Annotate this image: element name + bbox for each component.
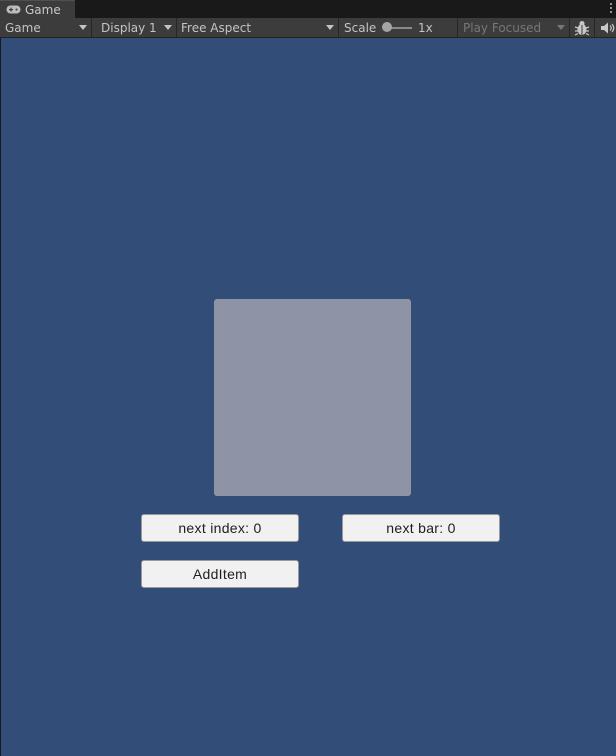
tab-game[interactable]: Game [0, 0, 75, 18]
scale-label: Scale [339, 18, 379, 37]
more-options-icon[interactable] [609, 1, 613, 15]
scale-slider-handle[interactable] [382, 22, 392, 32]
window-tab-strip: Game [0, 0, 616, 18]
audio-mute-icon[interactable] [600, 21, 616, 35]
chevron-down-icon [164, 25, 172, 30]
scale-value-text: 1x [418, 20, 433, 35]
chevron-down-icon [557, 25, 565, 30]
divider [569, 18, 570, 37]
divider [594, 18, 595, 37]
chevron-down-icon [79, 25, 87, 30]
scale-slider-track[interactable] [390, 27, 412, 29]
add-item-button[interactable]: AddItem [141, 560, 299, 588]
bug-icon[interactable] [573, 19, 591, 37]
scale-label-text: Scale [344, 20, 377, 35]
view-select-label: Game [5, 20, 41, 35]
display-select[interactable]: Display 1 [96, 18, 176, 37]
item-square [214, 299, 411, 496]
scale-value: 1x [413, 18, 453, 37]
divider [91, 18, 92, 37]
display-select-label: Display 1 [101, 20, 157, 35]
gamepad-icon [6, 5, 21, 14]
play-mode-select[interactable]: Play Focused [458, 18, 569, 37]
next-index-button[interactable]: next index: 0 [141, 514, 299, 542]
play-mode-label: Play Focused [463, 20, 542, 35]
tab-label: Game [25, 2, 61, 17]
aspect-select-label: Free Aspect [181, 20, 252, 35]
chevron-down-icon [326, 25, 334, 30]
view-select[interactable]: Game [0, 18, 91, 37]
aspect-select[interactable]: Free Aspect [176, 18, 338, 37]
next-bar-button[interactable]: next bar: 0 [342, 514, 500, 542]
